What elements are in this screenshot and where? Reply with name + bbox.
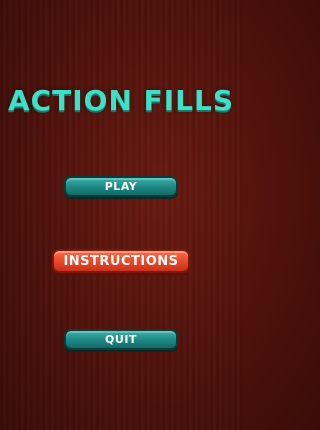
play-button[interactable]: PLAY	[64, 176, 178, 197]
instructions-button-label: INSTRUCTIONS	[63, 253, 179, 269]
quit-button-label: QUIT	[105, 333, 137, 346]
game-title: ACTION FILLS	[7, 84, 235, 117]
play-button-label: PLAY	[104, 180, 138, 193]
instructions-button[interactable]: INSTRUCTIONS	[52, 249, 190, 273]
quit-button[interactable]: QUIT	[64, 329, 178, 350]
background-texture	[0, 0, 242, 430]
